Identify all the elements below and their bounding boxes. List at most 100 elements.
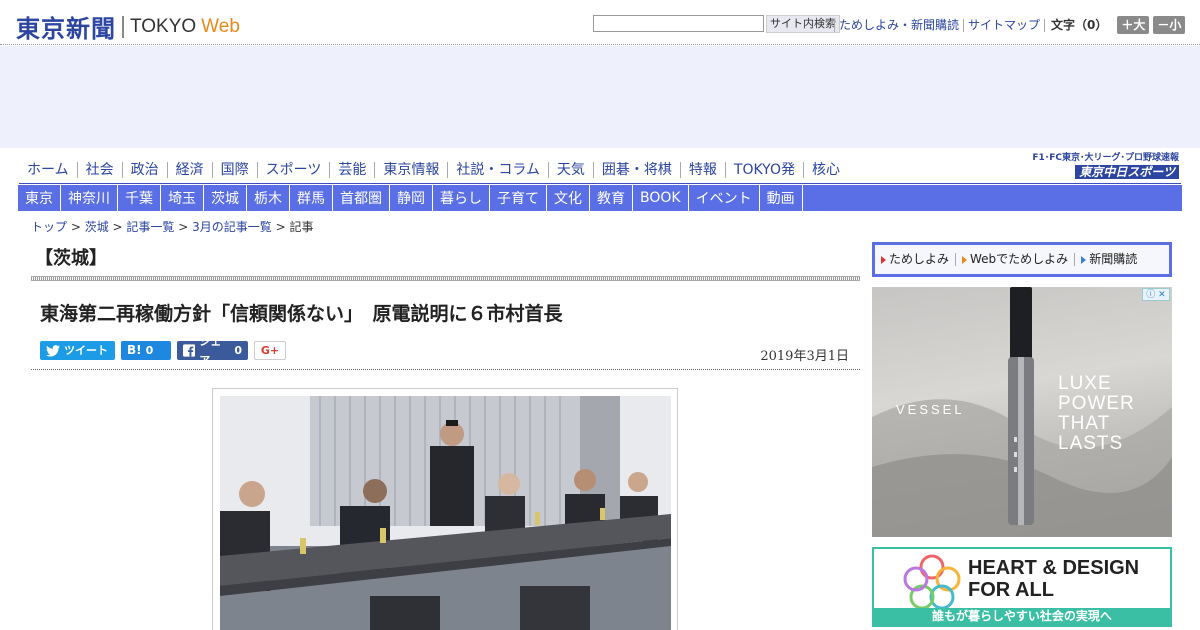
blue-arrow-icon <box>1081 255 1087 264</box>
heart-design-title-line: HEART & DESIGN <box>968 557 1140 579</box>
tweet-label: ツイート <box>64 344 108 357</box>
nav-item-society[interactable]: 社会 <box>76 162 122 178</box>
logo-japanese: 東京新聞 <box>16 15 116 43</box>
header-link-subscribe[interactable]: ためしよみ・新聞購読 <box>834 18 963 32</box>
region-tokyo[interactable]: 東京 <box>18 185 61 211</box>
region-chiba[interactable]: 千葉 <box>118 185 161 211</box>
heart-design-title-line: FOR ALL <box>968 579 1054 601</box>
top-ad-banner[interactable] <box>0 46 1200 148</box>
font-size-label: 文字（0） <box>1044 18 1113 32</box>
region-saitama[interactable]: 埼玉 <box>161 185 204 211</box>
promo-subscribe[interactable]: 新聞購読 <box>1074 253 1143 266</box>
chunichi-sports-link[interactable]: F1･FC東京･大リーグ･プロ野球速報 東京中日スポーツ <box>1032 153 1179 180</box>
category-culture[interactable]: 文化 <box>547 185 590 211</box>
nav-item-core[interactable]: 核心 <box>802 162 848 178</box>
vessel-brand: VESSEL <box>896 402 965 417</box>
category-living[interactable]: 暮らし <box>433 185 490 211</box>
category-video[interactable]: 動画 <box>760 185 803 211</box>
nav-item-sports[interactable]: スポーツ <box>256 162 330 178</box>
orange-arrow-icon <box>962 255 968 264</box>
flower-logo-icon <box>903 554 961 609</box>
category-education[interactable]: 教育 <box>590 185 633 211</box>
heart-design-title: HEART & DESIGN FOR ALL <box>968 557 1139 601</box>
nav-item-tokyo-hatsu[interactable]: TOKYO発 <box>724 162 803 178</box>
nav-item-go-shogi[interactable]: 囲碁・将棋 <box>592 162 680 178</box>
vessel-advertisement[interactable]: ⓘ ✕ VESSEL LUXE POWER THAT LASTS <box>872 287 1172 537</box>
site-logo[interactable]: 東京新聞 TOKYO Web <box>16 9 240 44</box>
font-larger-button[interactable]: ＋大 <box>1117 16 1150 34</box>
google-plus-icon: G+ <box>260 344 280 357</box>
facebook-f-icon <box>183 344 196 357</box>
logo-divider <box>122 15 124 38</box>
logo-web: Web <box>201 15 240 37</box>
tweet-button[interactable]: ツイート <box>40 341 115 360</box>
article-photo[interactable] <box>220 396 671 630</box>
site-search-input[interactable] <box>593 15 764 32</box>
hatena-count: 0 <box>145 344 154 357</box>
nav-item-home[interactable]: ホーム <box>19 162 77 178</box>
region-tochigi[interactable]: 栃木 <box>247 185 290 211</box>
nav-item-politics[interactable]: 政治 <box>121 162 167 178</box>
vessel-copy-line: LUXE <box>1058 373 1112 394</box>
vessel-copy-line: POWER <box>1058 393 1135 414</box>
site-search-button[interactable]: サイト内検索 <box>766 15 840 33</box>
nav-item-entertainment[interactable]: 芸能 <box>329 162 374 178</box>
promo-web-trial[interactable]: Webでためしよみ <box>955 253 1074 266</box>
article-divider <box>31 369 860 370</box>
primary-nav: ホーム 社会 政治 経済 国際 スポーツ 芸能 東京情報 社説・コラム 天気 囲… <box>19 153 1181 184</box>
article-photo-frame <box>212 388 678 630</box>
font-smaller-button[interactable]: －小 <box>1153 16 1186 34</box>
chunichi-tagline: F1･FC東京･大リーグ･プロ野球速報 <box>1032 153 1179 163</box>
header-links: ためしよみ・新聞購読 サイトマップ 文字（0） ＋大 －小 <box>834 16 1186 34</box>
ad-choices-icon[interactable]: ⓘ ✕ <box>1142 288 1170 301</box>
article-headline: 東海第二再稼働方針「信頼関係ない」 原電説明に６市村首長 <box>40 303 563 325</box>
region-ibaraki[interactable]: 茨城 <box>204 185 247 211</box>
heart-design-advertisement[interactable]: HEART & DESIGN FOR ALL 誰もが暮らしやすい社会の実現へ <box>872 547 1172 627</box>
chunichi-logo: 東京中日スポーツ <box>1075 165 1179 179</box>
breadcrumb: トップ > 茨城 > 記事一覧 > 3月の記事一覧 > 記事 <box>31 218 313 235</box>
header-link-sitemap[interactable]: サイトマップ <box>963 18 1044 32</box>
breadcrumb-separator: > <box>108 220 127 234</box>
article-date: 2019年3月1日 <box>760 349 849 364</box>
breadcrumb-separator: > <box>174 220 193 234</box>
region-kanagawa[interactable]: 神奈川 <box>61 185 118 211</box>
breadcrumb-separator: > <box>67 220 85 234</box>
hatena-bookmark-button[interactable]: B! 0 <box>121 341 171 360</box>
heart-design-subtitle: 誰もが暮らしやすい社会の実現へ <box>874 608 1170 625</box>
google-plus-button[interactable]: G+ <box>254 341 286 360</box>
red-arrow-icon <box>881 255 886 264</box>
section-divider <box>31 276 860 281</box>
nav-item-special[interactable]: 特報 <box>679 162 725 178</box>
vessel-copy: LUXE POWER THAT LASTS <box>1058 374 1135 454</box>
breadcrumb-article-list[interactable]: 記事一覧 <box>126 220 174 234</box>
subscription-promo-box: ためしよみ Webでためしよみ 新聞購読 <box>872 242 1172 277</box>
breadcrumb-top[interactable]: トップ <box>31 220 67 234</box>
breadcrumb-separator: > <box>271 220 290 234</box>
regional-nav: 東京 神奈川 千葉 埼玉 茨城 栃木 群馬 首都圏 静岡 暮らし 子育て 文化 … <box>18 185 1182 211</box>
share-buttons: ツイート B! 0 シェア 0 G+ <box>40 335 286 367</box>
vessel-copy-line: THAT <box>1058 413 1111 434</box>
facebook-count: 0 <box>234 344 242 357</box>
breadcrumb-march-list[interactable]: 3月の記事一覧 <box>192 220 272 234</box>
hatena-bookmark-icon: B! <box>127 343 142 357</box>
logo-english: TOKYO <box>130 15 197 37</box>
twitter-bird-icon <box>46 344 60 357</box>
nav-item-weather[interactable]: 天気 <box>547 162 593 178</box>
category-events[interactable]: イベント <box>689 185 760 211</box>
nav-item-economy[interactable]: 経済 <box>166 162 212 178</box>
category-book[interactable]: BOOK <box>633 185 689 211</box>
nav-item-international[interactable]: 国際 <box>211 162 257 178</box>
region-shutoken[interactable]: 首都圏 <box>333 185 390 211</box>
region-gunma[interactable]: 群馬 <box>290 185 333 211</box>
site-header: 東京新聞 TOKYO Web サイト内検索 ためしよみ・新聞購読 サイトマップ … <box>0 0 1200 45</box>
facebook-share-button[interactable]: シェア 0 <box>177 335 248 367</box>
vessel-copy-line: LASTS <box>1058 433 1124 454</box>
promo-trial[interactable]: ためしよみ <box>881 253 955 266</box>
region-shizuoka[interactable]: 静岡 <box>390 185 433 211</box>
breadcrumb-ibaraki[interactable]: 茨城 <box>85 220 109 234</box>
category-parenting[interactable]: 子育て <box>490 185 547 211</box>
nav-item-tokyo-info[interactable]: 東京情報 <box>374 162 447 178</box>
facebook-share-label: シェア <box>199 334 222 367</box>
nav-item-editorial[interactable]: 社説・コラム <box>447 162 548 178</box>
section-title: 【茨城】 <box>35 248 107 269</box>
